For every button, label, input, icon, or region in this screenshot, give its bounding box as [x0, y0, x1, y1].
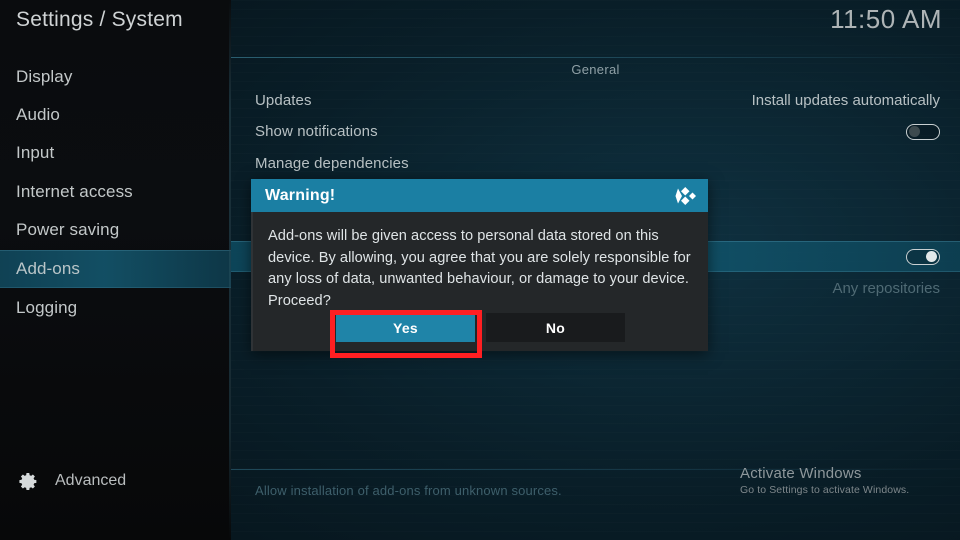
sidebar-item-label: Input [16, 143, 55, 162]
kodi-settings-screen: General Updates Install updates automati… [0, 0, 960, 540]
page-title: Settings / System [16, 8, 183, 31]
dialog-titlebar: Warning! [251, 179, 708, 212]
watermark-subtitle: Go to Settings to activate Windows. [740, 484, 910, 496]
sidebar-item-label: Audio [16, 105, 60, 124]
setting-value-updates: Install updates automatically [751, 92, 940, 109]
sidebar-item-logging[interactable]: Logging [0, 289, 231, 327]
windows-activation-watermark: Activate Windows Go to Settings to activ… [740, 465, 940, 496]
toggle-knob [909, 125, 920, 137]
warning-dialog: Warning! Add-ons will be given access to… [251, 179, 708, 351]
dialog-button-row: Yes No [253, 313, 708, 342]
dialog-title: Warning! [265, 186, 336, 204]
toggle-knob [926, 250, 937, 262]
sidebar-item-label: Logging [16, 298, 78, 317]
kodi-logo-icon [675, 186, 697, 206]
setting-row-manage-dependencies[interactable]: Manage dependencies [231, 148, 960, 179]
watermark-title: Activate Windows [740, 465, 862, 482]
sidebar-edge-divider [229, 0, 231, 540]
setting-value-any-repositories: Any repositories [832, 280, 940, 297]
dialog-message: Add-ons will be given access to personal… [268, 228, 691, 309]
dialog-no-button[interactable]: No [486, 313, 625, 342]
header-divider [231, 57, 960, 58]
sidebar-item-label: Display [16, 67, 73, 86]
sidebar-advanced-label: Advanced [55, 472, 127, 489]
gear-icon [18, 471, 39, 492]
setting-row-show-notifications[interactable]: Show notifications [231, 116, 960, 147]
toggle-unknown-sources[interactable] [906, 248, 940, 265]
sidebar-item-label: Add-ons [16, 259, 81, 278]
setting-hint-text: Allow installation of add-ons from unkno… [255, 483, 562, 498]
setting-label-manage-dependencies: Manage dependencies [255, 155, 409, 172]
setting-label-updates: Updates [255, 92, 312, 109]
sidebar: Settings / System Display Audio Input In… [0, 0, 231, 540]
toggle-show-notifications[interactable] [906, 123, 940, 140]
sidebar-item-advanced[interactable]: Advanced [0, 464, 231, 498]
clock: 11:50 AM [830, 4, 942, 34]
sidebar-item-label: Internet access [16, 182, 133, 201]
setting-label-show-notifications: Show notifications [255, 123, 378, 140]
dialog-yes-button[interactable]: Yes [336, 313, 475, 342]
dialog-body: Add-ons will be given access to personal… [251, 212, 708, 351]
sidebar-item-display[interactable]: Display [0, 58, 231, 96]
sidebar-item-input[interactable]: Input [0, 134, 231, 172]
sidebar-item-audio[interactable]: Audio [0, 96, 231, 134]
section-header-general: General [571, 62, 620, 77]
setting-row-updates[interactable]: Updates Install updates automatically [231, 85, 960, 116]
sidebar-item-label: Power saving [16, 220, 120, 239]
sidebar-item-add-ons[interactable]: Add-ons [0, 250, 231, 288]
sidebar-item-internet-access[interactable]: Internet access [0, 173, 231, 211]
sidebar-item-power-saving[interactable]: Power saving [0, 211, 231, 249]
